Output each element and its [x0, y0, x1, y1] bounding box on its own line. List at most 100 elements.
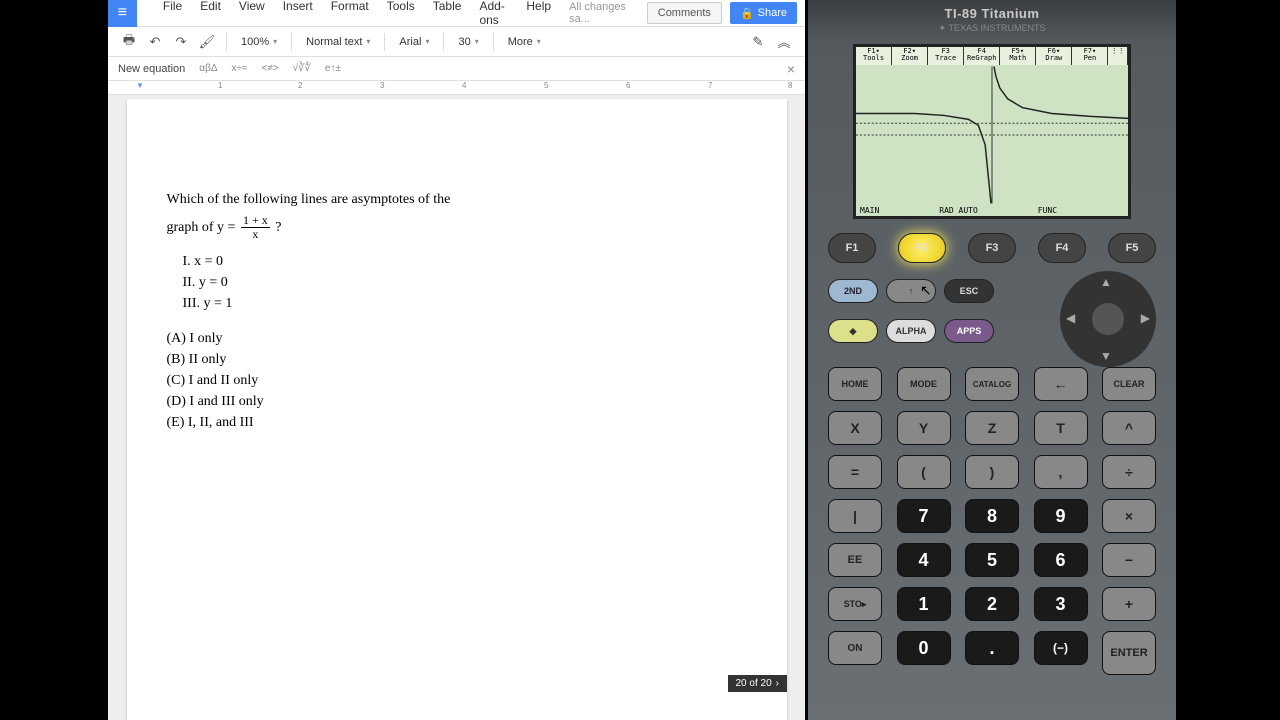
- graph-plot: [856, 65, 1128, 205]
- eq-rel-icon[interactable]: <≠>: [261, 63, 278, 74]
- paint-icon[interactable]: 🖌: [196, 31, 218, 53]
- status-func: FUNC: [1038, 206, 1057, 215]
- eq-close-icon[interactable]: ×: [787, 61, 795, 77]
- arrow-up-icon[interactable]: ▲: [1100, 275, 1112, 289]
- clear-button[interactable]: CLEAR: [1102, 367, 1156, 401]
- fmenu-f8: ⋮⋮: [1108, 47, 1128, 65]
- sto-button[interactable]: STO▸: [828, 587, 882, 621]
- t-button[interactable]: T: [1034, 411, 1088, 445]
- eq-root-icon[interactable]: √∛∜: [293, 63, 311, 74]
- question-line1: Which of the following lines are asympto…: [167, 189, 747, 210]
- size-select[interactable]: 30: [452, 33, 484, 51]
- doc-page[interactable]: Which of the following lines are asympto…: [127, 99, 787, 720]
- ruler: ▼ 1 2 3 4 5 6 7 8: [108, 81, 805, 95]
- f3-button[interactable]: F3: [968, 233, 1016, 263]
- docs-logo-icon[interactable]: ≡: [108, 0, 137, 27]
- share-button[interactable]: 🔒Share: [730, 2, 797, 24]
- z-button[interactable]: Z: [965, 411, 1019, 445]
- calc-brand: ✦ TEXAS INSTRUMENTS: [808, 23, 1176, 34]
- caret-button[interactable]: ^: [1102, 411, 1156, 445]
- ruler-marker-icon[interactable]: ▼: [136, 81, 144, 90]
- 3-button[interactable]: 3: [1034, 587, 1088, 621]
- eq-ops-icon[interactable]: x÷≈: [232, 63, 248, 74]
- eq-greek-icon[interactable]: αβΔ: [199, 63, 217, 74]
- arrow-down-icon[interactable]: ▼: [1100, 349, 1112, 363]
- f1-button[interactable]: F1: [828, 233, 876, 263]
- 7-button[interactable]: 7: [897, 499, 951, 533]
- font-select[interactable]: Arial: [393, 33, 435, 51]
- 1-button[interactable]: 1: [897, 587, 951, 621]
- redo-icon[interactable]: ↷: [170, 31, 192, 53]
- backspace-button[interactable]: ←: [1034, 367, 1088, 401]
- roman-list: I. x = 0 II. y = 0 III. y = 1: [183, 251, 747, 314]
- minus-button[interactable]: −: [1102, 543, 1156, 577]
- ee-button[interactable]: EE: [828, 543, 882, 577]
- fmenu-f6: F6▾Draw: [1036, 47, 1072, 65]
- y-button[interactable]: Y: [897, 411, 951, 445]
- pencil-icon[interactable]: ✎: [747, 31, 769, 53]
- more-select[interactable]: More: [502, 33, 547, 51]
- menu-edit[interactable]: Edit: [192, 0, 229, 31]
- menu-format[interactable]: Format: [323, 0, 377, 31]
- lparen-button[interactable]: (: [897, 455, 951, 489]
- menu-view[interactable]: View: [231, 0, 273, 31]
- frac-den: x: [252, 228, 258, 241]
- roman-ii: II. y = 0: [183, 272, 747, 293]
- doc-canvas[interactable]: Which of the following lines are asympto…: [108, 95, 805, 720]
- on-button[interactable]: ON: [828, 631, 882, 665]
- 5-button[interactable]: 5: [965, 543, 1019, 577]
- 9-button[interactable]: 9: [1034, 499, 1088, 533]
- comma-button[interactable]: ,: [1034, 455, 1088, 489]
- dpad[interactable]: ▲ ▼ ◀ ▶: [1060, 271, 1156, 367]
- equals-button[interactable]: =: [828, 455, 882, 489]
- f4-button[interactable]: F4: [1038, 233, 1086, 263]
- second-button[interactable]: 2ND: [828, 279, 878, 303]
- menu-table[interactable]: Table: [425, 0, 470, 31]
- catalog-button[interactable]: CATALOG: [965, 367, 1019, 401]
- enter-button[interactable]: ENTER: [1102, 631, 1156, 675]
- 2-button[interactable]: 2: [965, 587, 1019, 621]
- 4-button[interactable]: 4: [897, 543, 951, 577]
- diamond-button[interactable]: ◆: [828, 319, 878, 343]
- f2-button[interactable]: F2: [898, 233, 946, 263]
- apps-button[interactable]: APPS: [944, 319, 994, 343]
- dot-button[interactable]: .: [965, 631, 1019, 665]
- 8-button[interactable]: 8: [965, 499, 1019, 533]
- eq-misc-icon[interactable]: e↑±: [325, 63, 341, 74]
- divide-button[interactable]: ÷: [1102, 455, 1156, 489]
- menu-bar: File Edit View Insert Format Tools Table…: [155, 0, 559, 31]
- menu-tools[interactable]: Tools: [379, 0, 423, 31]
- arrow-left-icon[interactable]: ◀: [1066, 311, 1075, 325]
- neg-button[interactable]: (−): [1034, 631, 1088, 665]
- dpad-center[interactable]: [1092, 303, 1124, 335]
- 6-button[interactable]: 6: [1034, 543, 1088, 577]
- style-select[interactable]: Normal text: [300, 33, 376, 51]
- home-button[interactable]: HOME: [828, 367, 882, 401]
- arrow-right-icon[interactable]: ▶: [1141, 311, 1150, 325]
- print-icon[interactable]: 🖶: [118, 31, 140, 53]
- esc-button[interactable]: ESC: [944, 279, 994, 303]
- comments-button[interactable]: Comments: [647, 2, 722, 24]
- menu-insert[interactable]: Insert: [275, 0, 321, 31]
- fmenu-f5: F5▾Math: [1000, 47, 1036, 65]
- alpha-button[interactable]: ALPHA: [886, 319, 936, 343]
- f5-button[interactable]: F5: [1108, 233, 1156, 263]
- rparen-button[interactable]: ): [965, 455, 1019, 489]
- 0-button[interactable]: 0: [897, 631, 951, 665]
- new-equation-label[interactable]: New equation: [118, 63, 185, 75]
- multiply-button[interactable]: ×: [1102, 499, 1156, 533]
- mode-button[interactable]: MODE: [897, 367, 951, 401]
- q-pre: graph of y =: [167, 220, 236, 235]
- pipe-button[interactable]: |: [828, 499, 882, 533]
- plus-button[interactable]: +: [1102, 587, 1156, 621]
- toolbar: 🖶 ↶ ↷ 🖌 100% Normal text Arial 30 More ✎…: [108, 27, 805, 57]
- shift-button[interactable]: ↑: [886, 279, 936, 303]
- undo-icon[interactable]: ↶: [144, 31, 166, 53]
- x-button[interactable]: X: [828, 411, 882, 445]
- zoom-select[interactable]: 100%: [235, 33, 283, 51]
- menu-addons[interactable]: Add-ons: [471, 0, 516, 31]
- frac-num: 1 + x: [241, 214, 270, 228]
- menu-file[interactable]: File: [155, 0, 190, 31]
- menu-help[interactable]: Help: [518, 0, 559, 31]
- collapse-icon[interactable]: ︽: [773, 31, 795, 53]
